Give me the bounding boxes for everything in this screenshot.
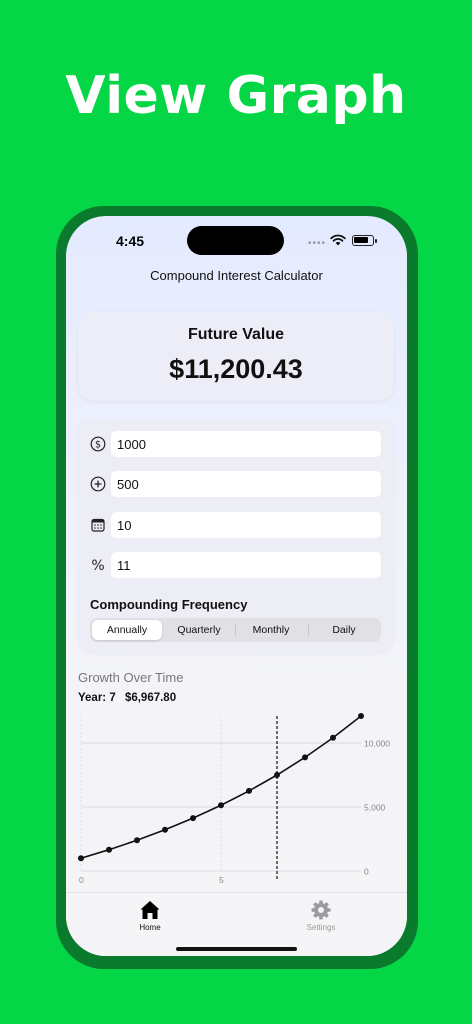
battery-icon [352,235,377,246]
wifi-icon [330,234,346,246]
data-point [162,826,168,833]
principal-row: $ [78,431,394,457]
future-value-amount: $11,200.43 [169,354,303,384]
tab-home[interactable]: Home [110,899,190,932]
data-point [274,772,280,779]
growth-chart[interactable]: 10,000 5,000 0 0 5 [66,706,407,891]
contribution-input[interactable] [111,471,381,497]
home-indicator [176,947,297,951]
data-point [330,734,336,741]
data-point [358,713,364,719]
calendar-icon [91,518,105,532]
years-row [78,512,394,538]
tab-settings[interactable]: Settings [281,899,361,932]
future-value-label: Future Value [187,326,285,343]
status-time: 4:45 [116,233,145,249]
dynamic-island [187,226,284,255]
future-value-card: Future Value $11,200.43 [78,312,394,401]
tab-bar: Home Settings [66,892,407,956]
principal-input[interactable] [111,431,381,457]
segment-quarterly[interactable]: Quarterly [164,620,234,640]
rate-input[interactable] [111,552,381,578]
y-tick-label: 0 [364,867,369,877]
tab-settings-label: Settings [306,923,336,932]
tab-home-label: Home [139,923,161,932]
y-tick-label: 5,000 [364,803,386,813]
frequency-segmented-control: Annually Quarterly Monthly Daily [90,618,381,642]
years-input[interactable] [111,512,381,538]
segment-annually[interactable]: Annually [92,620,162,640]
selected-year-readout: Year: 7 $6,967.80 [78,692,182,704]
x-tick-label: 0 [79,875,84,885]
segment-monthly[interactable]: Monthly [236,620,306,640]
data-point [246,787,252,794]
plus-circle-icon [90,476,106,492]
dollar-circle-icon: $ [90,436,106,452]
signal-icon: •••• [308,238,327,249]
data-point [302,754,308,761]
selected-year-label: Year: 7 [78,692,116,704]
app-title: Compound Interest Calculator [150,268,323,283]
rate-row: % [78,552,394,578]
contribution-row [78,471,394,497]
data-point [78,855,84,862]
data-point [190,815,196,822]
x-tick-label: 5 [219,875,224,885]
data-point [218,802,224,809]
svg-text:$: $ [95,440,101,451]
gear-icon [311,900,331,920]
house-icon [140,901,160,919]
frequency-label: Compounding Frequency [90,597,248,612]
status-bar: 4:45 •••• [66,216,407,266]
percent-icon: % [91,558,104,573]
selected-year-value: $6,967.80 [124,692,177,704]
inputs-card: $ % Compounding Frequ [78,420,394,653]
svg-text:%: % [91,558,104,573]
data-point [106,846,112,853]
promo-headline: View Graph [65,66,407,126]
growth-title: Growth Over Time [78,670,184,685]
y-tick-label: 10,000 [364,739,390,749]
segment-daily[interactable]: Daily [309,620,379,640]
phone-screen: 4:45 •••• Compound Interest Calculator F… [66,216,407,956]
data-point [134,837,140,844]
